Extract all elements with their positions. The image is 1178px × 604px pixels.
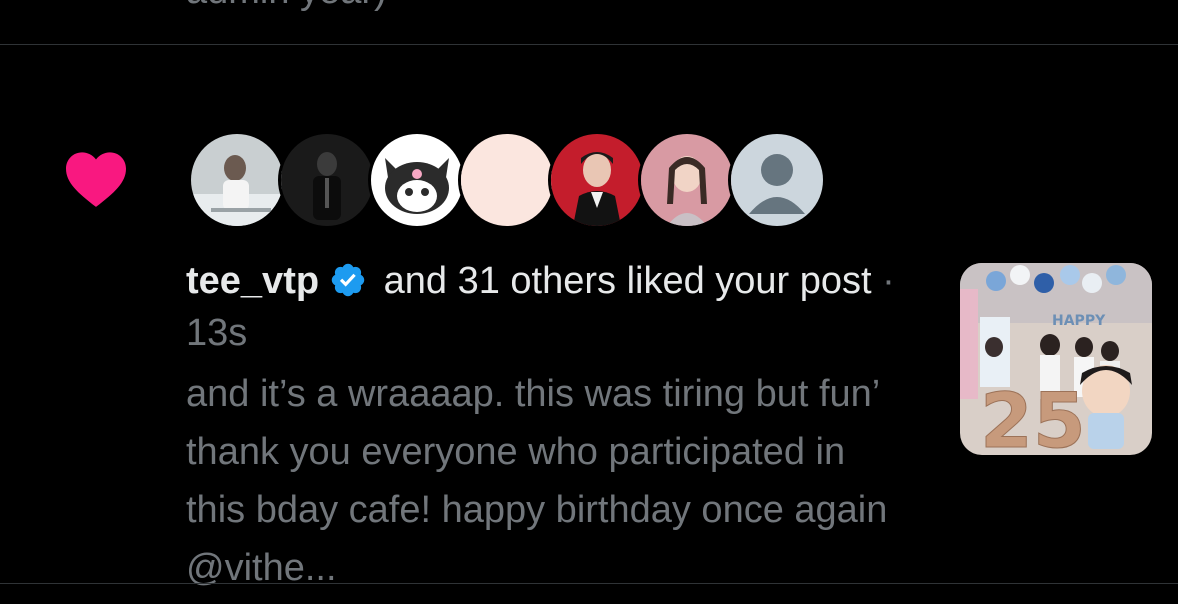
action-text: and 31 others liked your post — [373, 260, 872, 302]
username-link[interactable]: tee_vtp — [186, 260, 319, 302]
avatar[interactable] — [188, 131, 286, 229]
notification-text: tee_vtp and 31 others liked your post · … — [186, 255, 916, 597]
avatar[interactable] — [458, 131, 556, 229]
post-thumbnail[interactable]: HAPPY 25 — [960, 263, 1152, 455]
avatar[interactable] — [278, 131, 376, 229]
verified-badge-icon — [331, 263, 365, 297]
timestamp: 13s — [186, 312, 248, 354]
notification-row[interactable]: tee_vtp and 31 others liked your post · … — [0, 45, 1178, 589]
notification-summary: tee_vtp and 31 others liked your post · … — [186, 255, 916, 359]
post-preview-text[interactable]: and it’s a wraaaap. this was tiring but … — [186, 365, 906, 597]
avatar[interactable] — [638, 131, 736, 229]
svg-text:25: 25 — [980, 376, 1086, 455]
avatar[interactable] — [368, 131, 466, 229]
previous-notification-text: admin year) — [186, 0, 387, 13]
avatar[interactable] — [548, 131, 646, 229]
avatar[interactable] — [728, 131, 826, 229]
svg-text:HAPPY: HAPPY — [1052, 313, 1106, 329]
heart-icon — [66, 152, 126, 207]
divider — [0, 583, 1178, 584]
separator: · — [871, 260, 895, 302]
